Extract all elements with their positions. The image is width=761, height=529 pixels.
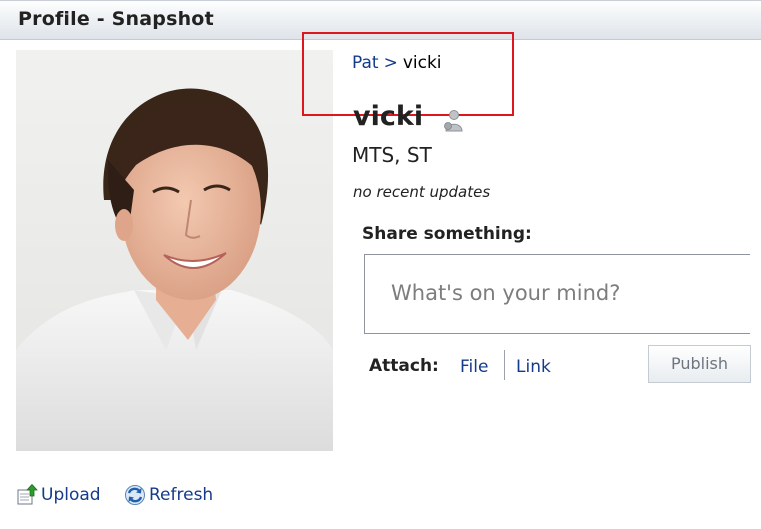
share-label: Share something: <box>362 224 532 244</box>
refresh-button[interactable]: Refresh <box>124 484 213 506</box>
profile-photo <box>16 50 333 451</box>
attach-file-link[interactable]: File <box>460 357 488 377</box>
panel-title: Profile - Snapshot <box>18 8 214 30</box>
upload-button[interactable]: Upload <box>16 484 101 506</box>
job-title: MTS, ST <box>352 143 432 167</box>
attach-link-link[interactable]: Link <box>516 357 551 377</box>
upload-icon <box>17 484 38 505</box>
refresh-label: Refresh <box>149 485 214 505</box>
profile-photo-image <box>16 50 333 451</box>
refresh-icon <box>125 485 145 505</box>
status-text: no recent updates <box>353 183 491 201</box>
attach-divider <box>504 350 505 380</box>
presence-offline-icon <box>444 110 463 132</box>
upload-label: Upload <box>41 485 101 505</box>
attach-label: Attach: <box>369 356 439 376</box>
share-input[interactable]: What's on your mind? <box>364 254 750 334</box>
profile-snapshot-panel: Profile - Snapshot Pat > vicki vicki MTS… <box>0 0 761 529</box>
publish-button[interactable]: Publish <box>648 345 751 383</box>
profile-name: vicki <box>353 101 424 132</box>
